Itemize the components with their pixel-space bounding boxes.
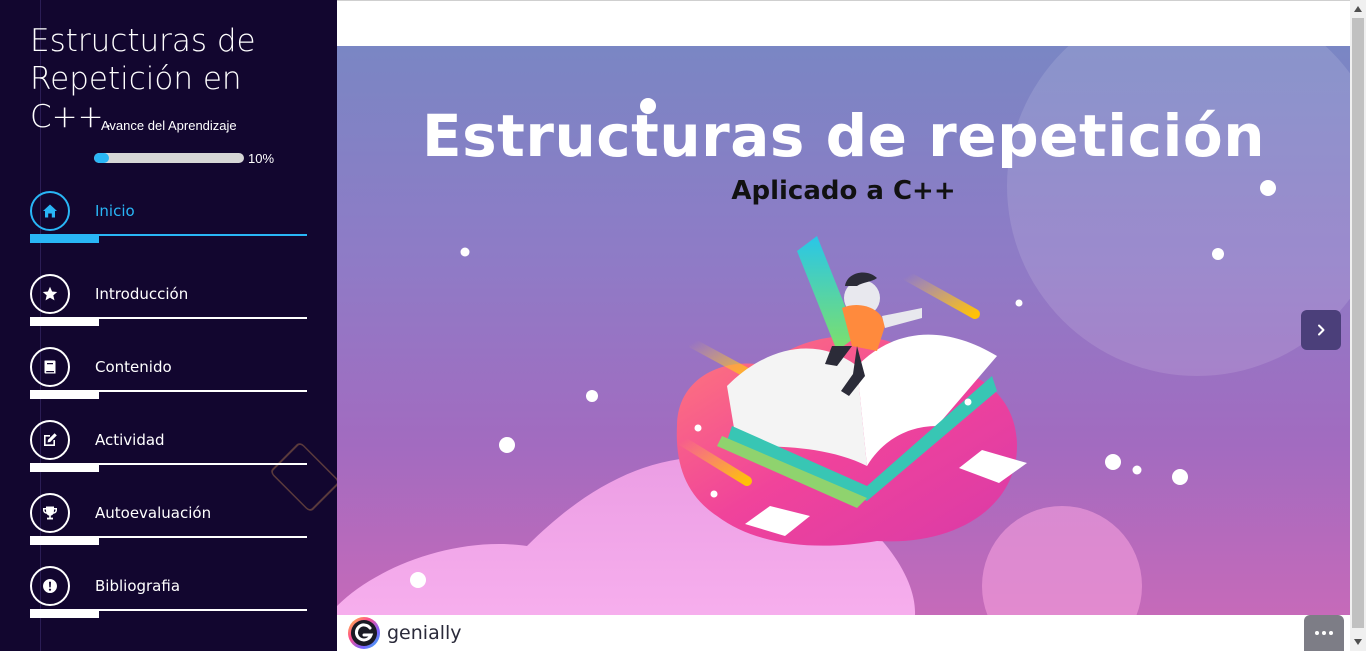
nav-progress-marker (30, 465, 99, 472)
progress-bar-fill (94, 153, 109, 163)
nav-label: Autoevaluación (95, 504, 212, 522)
nav-progress-marker (30, 611, 99, 618)
top-strip (337, 0, 1350, 46)
nav-label: Introducción (95, 285, 189, 303)
slide-stage: Estructuras de repetición Aplicado a C++ (337, 46, 1350, 615)
nav-progress-marker (30, 319, 99, 326)
genially-logo-icon (348, 617, 380, 649)
progress-label: Avance del Aprendizaje (101, 118, 237, 133)
scroll-thumb[interactable] (1352, 18, 1364, 628)
nav-item-introduccion[interactable]: Introducción (30, 274, 307, 334)
nav-progress-marker (30, 236, 99, 243)
genially-brand[interactable]: genially (347, 616, 462, 650)
brand-name: genially (387, 622, 462, 644)
sidebar: Estructuras de Repetición en C++. Avance… (0, 0, 337, 651)
nav-item-inicio[interactable]: Inicio (30, 191, 307, 251)
next-slide-button[interactable] (1301, 310, 1341, 350)
progress-bar (94, 153, 244, 163)
edit-icon (30, 420, 70, 460)
scroll-down-arrow-icon[interactable] (1350, 634, 1366, 650)
more-options-button[interactable] (1304, 615, 1344, 651)
nav-label: Actividad (95, 431, 165, 449)
vertical-scrollbar[interactable] (1350, 0, 1366, 651)
progress-percent: 10% (248, 151, 275, 166)
nav-item-contenido[interactable]: Contenido (30, 347, 307, 407)
more-dots-icon (1315, 631, 1319, 635)
home-icon (30, 191, 70, 231)
slide-subtitle: Aplicado a C++ (731, 176, 956, 206)
exclamation-icon (30, 566, 70, 606)
nav-item-autoevaluacion[interactable]: Autoevaluación (30, 493, 307, 553)
nav-label: Inicio (95, 202, 135, 220)
star-icon (30, 274, 70, 314)
nav-progress-marker (30, 538, 99, 545)
scroll-up-arrow-icon[interactable] (1350, 1, 1366, 17)
nav-label: Bibliografia (95, 577, 181, 595)
footer-bar: genially (337, 615, 1350, 651)
trophy-icon (30, 493, 70, 533)
slide-title: Estructuras de repetición (422, 102, 1265, 170)
book-icon (30, 347, 70, 387)
chevron-right-icon (1318, 324, 1325, 336)
nav-label: Contenido (95, 358, 172, 376)
nav-item-bibliografia[interactable]: Bibliografia (30, 566, 307, 626)
nav-item-actividad[interactable]: Actividad (30, 420, 307, 480)
nav-progress-marker (30, 392, 99, 399)
